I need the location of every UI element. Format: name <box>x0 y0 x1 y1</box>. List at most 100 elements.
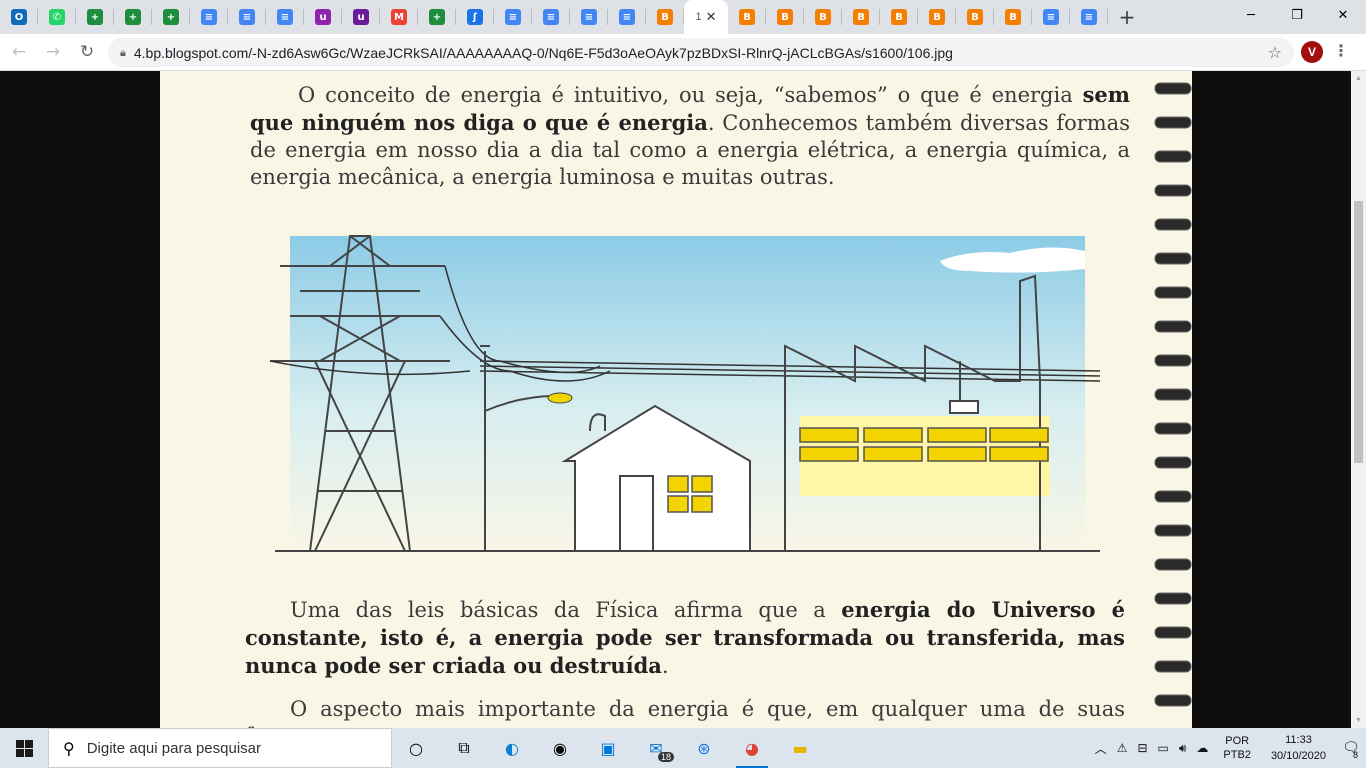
warning-icon[interactable]: ⚠ <box>1117 741 1128 755</box>
lang-line2: PTB2 <box>1223 749 1251 761</box>
tab-a-9[interactable]: u <box>342 0 380 34</box>
spiral-ring <box>1154 82 1192 95</box>
blogger-icon: B <box>657 9 673 25</box>
edge-icon[interactable]: ◐ <box>488 728 536 768</box>
tab-list: O ✆ + + + ≡ ≡ ≡ u u M + ʃ ≡ ≡ ≡ ≡ B <box>0 0 684 34</box>
back-button[interactable]: ← <box>4 37 34 67</box>
tab-a-15[interactable]: ≡ <box>570 0 608 34</box>
tab-a-2[interactable]: + <box>76 0 114 34</box>
obs-icon[interactable]: ◉ <box>536 728 584 768</box>
clock[interactable]: 11:33 30/10/2020 <box>1271 732 1326 764</box>
battery-icon[interactable]: ▭ <box>1158 741 1169 755</box>
tab-b-4[interactable]: B <box>880 0 918 34</box>
spiral-ring <box>1154 490 1192 503</box>
network-icon[interactable]: ⊟ <box>1137 741 1147 755</box>
outlook-icon: O <box>11 9 27 25</box>
google-docs-icon: ≡ <box>581 9 597 25</box>
system-tray: ︿ ⚠ ⊟ ▭ 🔊︎ ☁ POR PTB2 11:33 30/10/2020 🗨︎ 8 <box>1090 728 1366 768</box>
tab-strip: O ✆ + + + ≡ ≡ ≡ u u M + ʃ ≡ ≡ ≡ ≡ B 1 ✕ B B B B B B B B ≡ ≡ + ─ ❐ … <box>0 0 1366 34</box>
tab-b-6[interactable]: B <box>956 0 994 34</box>
scroll-up-arrow[interactable]: ▲ <box>1355 75 1362 82</box>
tab-b-9[interactable]: ≡ <box>1070 0 1108 34</box>
paragraph-1: O conceito de energia é intuitivo, ou se… <box>250 81 1130 191</box>
restore-button[interactable]: ❐ <box>1274 0 1320 30</box>
google-docs-icon: ≡ <box>543 9 559 25</box>
tab-b-7[interactable]: B <box>994 0 1032 34</box>
google-docs-icon: ≡ <box>505 9 521 25</box>
volume-icon[interactable]: 🔊︎ <box>1179 741 1187 756</box>
scrollbar-thumb[interactable] <box>1354 201 1363 463</box>
tab-b-2[interactable]: B <box>804 0 842 34</box>
notification-icon[interactable]: 🗨︎ 8 <box>1336 728 1366 768</box>
minimize-button[interactable]: ─ <box>1228 0 1274 30</box>
new-tab-button[interactable]: + <box>1112 2 1142 32</box>
tab-b-1[interactable]: B <box>766 0 804 34</box>
close-window-button[interactable]: ✕ <box>1320 0 1366 30</box>
tab-b-5[interactable]: B <box>918 0 956 34</box>
tab-a-3[interactable]: + <box>114 0 152 34</box>
active-tab[interactable]: 1 ✕ <box>684 0 728 34</box>
address-bar[interactable]: 🔒︎ 4.bp.blogspot.com/-N-zd6Asw6Gc/WzaeJC… <box>108 38 1294 67</box>
gmail-icon: M <box>391 9 407 25</box>
bookmark-star-icon[interactable]: ☆ <box>1268 43 1282 62</box>
blogger-icon: B <box>815 9 831 25</box>
chrome-icon[interactable]: ◕ <box>728 728 776 768</box>
tab-a-4[interactable]: + <box>152 0 190 34</box>
spiral-ring <box>1154 694 1192 707</box>
tab-a-6[interactable]: ≡ <box>228 0 266 34</box>
google-docs-icon: ≡ <box>619 9 635 25</box>
taskbar-search[interactable]: ⚲ Digite aqui para pesquisar <box>48 728 392 768</box>
tab-a-11[interactable]: + <box>418 0 456 34</box>
tab-b-0[interactable]: B <box>728 0 766 34</box>
tab-b-3[interactable]: B <box>842 0 880 34</box>
tab-a-17[interactable]: B <box>646 0 684 34</box>
tab-a-14[interactable]: ≡ <box>532 0 570 34</box>
tab-a-10[interactable]: M <box>380 0 418 34</box>
spiral-ring <box>1154 184 1192 197</box>
tab-a-5[interactable]: ≡ <box>190 0 228 34</box>
start-button[interactable] <box>0 728 48 768</box>
onedrive-icon[interactable]: ☁ <box>1196 741 1208 755</box>
tab-a-7[interactable]: ≡ <box>266 0 304 34</box>
url-text[interactable]: 4.bp.blogspot.com/-N-zd6Asw6Gc/WzaeJCRkS… <box>134 45 953 61</box>
tab-a-1[interactable]: ✆ <box>38 0 76 34</box>
spiral-ring <box>1154 116 1192 129</box>
store-icon[interactable]: ▣ <box>584 728 632 768</box>
mail-icon[interactable]: ✉ 18 <box>632 728 680 768</box>
cortana-icon[interactable]: ○ <box>392 728 440 768</box>
lock-icon[interactable]: 🔒︎ <box>120 46 126 60</box>
tab-a-0[interactable]: O <box>0 0 38 34</box>
blogger-icon: B <box>739 9 755 25</box>
language-indicator[interactable]: POR PTB2 <box>1223 734 1251 762</box>
file-explorer-icon[interactable]: ▬ <box>776 728 824 768</box>
show-hidden-icons-icon[interactable]: ︿ <box>1095 740 1107 757</box>
profile-avatar[interactable]: V <box>1301 41 1323 63</box>
close-tab-icon[interactable]: ✕ <box>706 9 717 25</box>
tab-a-13[interactable]: ≡ <box>494 0 532 34</box>
spiral-ring <box>1154 354 1192 367</box>
google-docs-icon: ≡ <box>1043 9 1059 25</box>
purple-app-icon: u <box>353 9 369 25</box>
scroll-down-arrow[interactable]: ▼ <box>1355 717 1362 724</box>
task-view-icon[interactable]: ⧉ <box>440 728 488 768</box>
google-docs-icon: ≡ <box>201 9 217 25</box>
vertical-scrollbar[interactable]: ▲ ▼ <box>1351 71 1366 728</box>
tab-a-16[interactable]: ≡ <box>608 0 646 34</box>
tab-b-8[interactable]: ≡ <box>1032 0 1070 34</box>
blogger-icon: B <box>853 9 869 25</box>
scanned-page: O conceito de energia é intuitivo, ou se… <box>160 71 1192 728</box>
tab-a-8[interactable]: u <box>304 0 342 34</box>
p2-text-b: . <box>661 654 669 678</box>
spiral-ring <box>1154 592 1192 605</box>
reload-button[interactable]: ↻ <box>72 37 102 67</box>
safari-compass-icon[interactable]: ⊛ <box>680 728 728 768</box>
spiral-ring <box>1154 218 1192 231</box>
lang-line1: POR <box>1225 735 1250 747</box>
menu-icon[interactable]: ⋮ <box>1333 41 1349 60</box>
windows-logo-icon <box>15 739 33 757</box>
tab-a-12[interactable]: ʃ <box>456 0 494 34</box>
google-docs-icon: ≡ <box>239 9 255 25</box>
search-placeholder: Digite aqui para pesquisar <box>86 739 261 757</box>
forward-button[interactable]: → <box>38 37 68 67</box>
energy-illustration <box>270 235 1101 556</box>
